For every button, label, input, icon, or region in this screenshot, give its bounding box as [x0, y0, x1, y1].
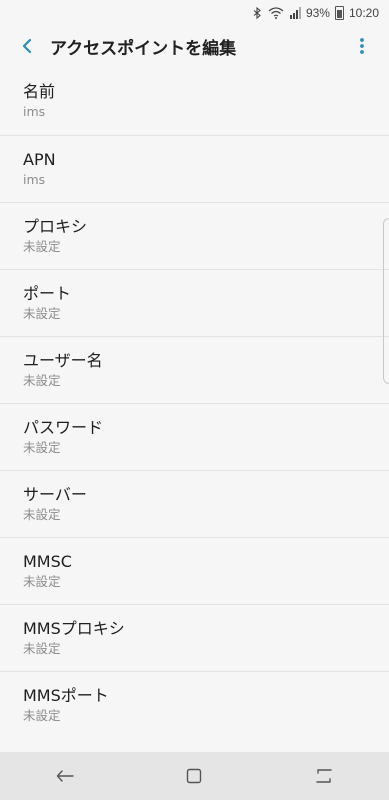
list-item-apn[interactable]: APN ims: [0, 135, 389, 202]
list-item-server[interactable]: サーバー 未設定: [0, 470, 389, 537]
bluetooth-icon: [253, 7, 261, 19]
back-button[interactable]: [12, 26, 42, 66]
item-value: ims: [23, 104, 46, 119]
list-item-password[interactable]: パスワード 未設定: [0, 403, 389, 470]
item-title: MMSC: [23, 551, 72, 571]
settings-list: 名前 ims APN ims プロキシ 未設定 ポート 未設定 ユーザー名 未設…: [0, 68, 389, 738]
item-title: プロキシ: [23, 216, 88, 236]
nav-home-icon: [187, 768, 202, 784]
list-item-proxy[interactable]: プロキシ 未設定: [0, 202, 389, 269]
nav-recents-icon: [316, 769, 332, 783]
status-time: 10:20: [348, 6, 379, 20]
item-value: 未設定: [23, 640, 61, 656]
item-value: 未設定: [23, 372, 61, 388]
item-value: 未設定: [23, 439, 61, 455]
list-item-mms-port[interactable]: MMSポート 未設定: [0, 671, 389, 738]
item-value: 未設定: [23, 506, 61, 522]
navigation-bar: [0, 752, 389, 800]
item-title: 名前: [23, 82, 56, 101]
item-value: ims: [23, 171, 46, 187]
nav-back-icon: [56, 770, 74, 782]
item-title: MMSプロキシ: [23, 618, 125, 638]
item-title: パスワード: [23, 417, 104, 437]
battery-icon: [334, 6, 344, 20]
nav-back-button[interactable]: [45, 756, 85, 796]
item-title: MMSポート: [23, 685, 109, 705]
more-vertical-icon: [360, 38, 364, 54]
back-chevron-icon: [22, 38, 32, 54]
more-options-button[interactable]: [347, 26, 377, 66]
item-value: 未設定: [23, 573, 61, 589]
list-item-mms-proxy[interactable]: MMSプロキシ 未設定: [0, 604, 389, 671]
item-value: 未設定: [23, 238, 61, 254]
list-item-username[interactable]: ユーザー名 未設定: [0, 336, 389, 403]
item-title: ユーザー名: [23, 350, 103, 370]
item-title: APN: [23, 149, 56, 169]
list-item-name[interactable]: 名前 ims: [0, 68, 389, 135]
item-value: 未設定: [23, 305, 61, 321]
wifi-icon: [268, 7, 284, 19]
battery-percent: 93%: [305, 6, 330, 20]
item-title: サーバー: [23, 484, 87, 504]
page-title: アクセスポイントを編集: [50, 38, 237, 59]
list-item-mmsc[interactable]: MMSC 未設定: [0, 537, 389, 604]
list-item-port[interactable]: ポート 未設定: [0, 269, 389, 336]
nav-home-button[interactable]: [174, 756, 214, 796]
item-value: 未設定: [23, 707, 61, 723]
item-title: ポート: [23, 283, 72, 303]
nav-recents-button[interactable]: [304, 756, 344, 796]
status-bar: 93% 10:20: [0, 0, 389, 26]
signal-icon: [289, 7, 301, 19]
scroll-indicator[interactable]: [383, 218, 389, 384]
app-bar: アクセスポイントを編集: [0, 26, 389, 66]
